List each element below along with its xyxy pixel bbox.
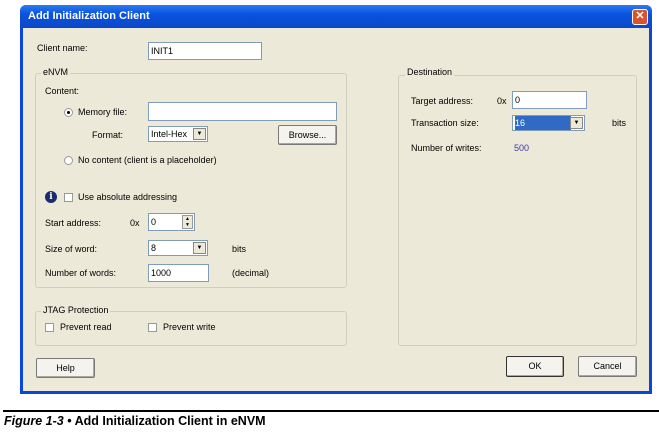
- dialog-title: Add Initialization Client: [28, 10, 150, 22]
- number-of-writes-value: 500: [514, 143, 530, 153]
- transaction-size-label: Transaction size:: [411, 118, 479, 128]
- format-value: Intel-Hex: [151, 129, 188, 139]
- memory-file-input[interactable]: [148, 102, 337, 121]
- chevron-down-icon[interactable]: ▼: [570, 117, 583, 129]
- format-label: Format:: [92, 130, 124, 140]
- prevent-read-checkbox[interactable]: [45, 323, 54, 332]
- memory-file-label: Memory file:: [78, 107, 128, 117]
- content-label: Content:: [45, 86, 80, 96]
- help-button[interactable]: Help: [36, 358, 95, 378]
- format-select[interactable]: Intel-Hex ▼: [148, 126, 208, 142]
- spinner-arrows-icon[interactable]: ▲ ▼: [182, 215, 193, 229]
- ok-button[interactable]: OK: [506, 356, 564, 377]
- size-of-word-unit: bits: [232, 244, 247, 254]
- number-of-words-input[interactable]: 1000: [148, 264, 209, 282]
- figure-caption-text: • Add Initialization Client in eNVM: [63, 414, 266, 428]
- caption-rule: [3, 410, 659, 412]
- client-name-input[interactable]: INIT1: [148, 42, 262, 60]
- transaction-size-value: 16: [515, 116, 571, 130]
- absolute-addressing-checkbox[interactable]: [64, 193, 73, 202]
- figure-number: Figure 1-3: [4, 414, 64, 428]
- prevent-write-checkbox[interactable]: [148, 323, 157, 332]
- envm-group-label: eNVM: [41, 67, 71, 77]
- number-of-words-unit: (decimal): [232, 268, 270, 278]
- chevron-down-icon[interactable]: ▼: [193, 242, 206, 254]
- client-name-label: Client name:: [37, 43, 88, 53]
- number-of-words-label: Number of words:: [45, 268, 117, 278]
- info-icon: i: [45, 191, 57, 203]
- target-address-label: Target address:: [411, 96, 474, 106]
- target-address-prefix: 0x: [497, 96, 507, 106]
- cancel-button[interactable]: Cancel: [578, 356, 637, 377]
- transaction-size-unit: bits: [612, 118, 627, 128]
- memory-file-radio[interactable]: [64, 108, 73, 117]
- prevent-write-label: Prevent write: [163, 322, 216, 332]
- size-of-word-select[interactable]: 8 ▼: [148, 240, 208, 256]
- number-of-writes-label: Number of writes:: [411, 143, 482, 153]
- start-address-label: Start address:: [45, 218, 102, 228]
- target-address-input[interactable]: 0: [512, 91, 587, 109]
- size-of-word-label: Size of word:: [45, 244, 98, 254]
- no-content-radio[interactable]: [64, 156, 73, 165]
- close-icon[interactable]: ✕: [632, 9, 648, 25]
- transaction-size-select[interactable]: 16 ▼: [512, 115, 585, 131]
- figure-caption: Figure 1-3 • Add Initialization Client i…: [4, 414, 266, 428]
- browse-button[interactable]: Browse...: [278, 125, 337, 145]
- prevent-read-label: Prevent read: [60, 322, 112, 332]
- destination-group-label: Destination: [405, 67, 455, 77]
- start-address-prefix: 0x: [130, 218, 140, 228]
- start-address-spinner[interactable]: 0 ▲ ▼: [148, 213, 195, 231]
- no-content-label: No content (client is a placeholder): [78, 155, 217, 165]
- absolute-addressing-label: Use absolute addressing: [78, 192, 178, 202]
- chevron-down-icon[interactable]: ▼: [193, 128, 206, 140]
- jtag-group-label: JTAG Protection: [41, 305, 111, 315]
- start-address-value: 0: [151, 217, 157, 227]
- size-of-word-value: 8: [151, 243, 157, 253]
